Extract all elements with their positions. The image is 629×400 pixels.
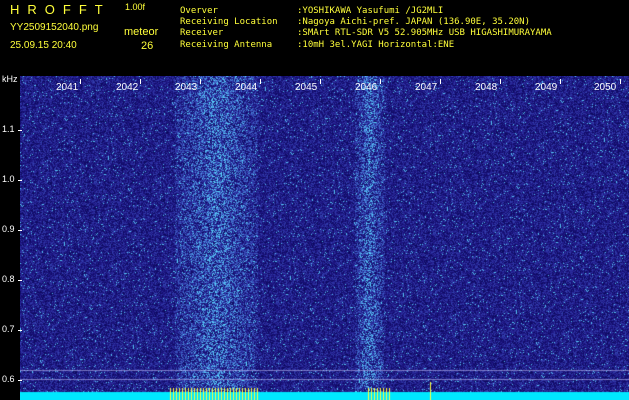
app-logo-text: HROFFT bbox=[10, 2, 111, 17]
y-tick-label: 0.8 bbox=[2, 274, 15, 284]
info-row-antenna: Receiving Antenna :10mH 3el.YAGI Horizon… bbox=[180, 40, 552, 51]
y-tick-mark bbox=[18, 230, 22, 231]
info-row-observer: Overver :YOSHIKAWA Yasufumi /JG2MLI bbox=[180, 6, 552, 17]
meteor-label: meteor bbox=[124, 26, 159, 38]
y-tick-mark bbox=[18, 380, 22, 381]
y-tick-mark bbox=[18, 180, 22, 181]
x-tick-label: 2044 bbox=[235, 82, 258, 93]
y-tick-label: 0.9 bbox=[2, 224, 15, 234]
header-panel: HROFFT 1.00f YY2509152040.png meteor 25.… bbox=[0, 0, 629, 74]
x-tick-mark bbox=[500, 79, 501, 84]
y-tick-mark bbox=[18, 330, 22, 331]
y-axis-unit: kHz bbox=[2, 74, 18, 84]
info-row-receiver: Receiver :SMArt RTL-SDR V5 52.905MHz USB… bbox=[180, 28, 552, 39]
x-tick-label: 2049 bbox=[535, 82, 558, 93]
info-key: Receiver bbox=[180, 28, 224, 39]
y-tick-mark bbox=[18, 130, 22, 131]
waterfall-spectrogram bbox=[20, 76, 629, 400]
y-tick-label: 1.0 bbox=[2, 174, 15, 184]
x-tick-mark bbox=[440, 79, 441, 84]
image-filename: YY2509152040.png bbox=[10, 22, 99, 33]
x-tick-label: 2042 bbox=[116, 82, 139, 93]
y-tick-label: 1.1 bbox=[2, 124, 15, 134]
meteor-count: 26 bbox=[141, 40, 154, 52]
x-tick-mark bbox=[320, 79, 321, 84]
x-tick-label: 2047 bbox=[415, 82, 438, 93]
app-version: 1.00f bbox=[125, 2, 146, 12]
x-tick-mark bbox=[80, 79, 81, 84]
info-value: :10mH 3el.YAGI Horizontal:ENE bbox=[297, 39, 455, 50]
info-row-location: Receiving Location :Nagoya Aichi-pref. J… bbox=[180, 17, 552, 28]
x-tick-mark bbox=[560, 79, 561, 84]
info-key: Overver bbox=[180, 6, 218, 16]
y-tick-label: 0.7 bbox=[2, 324, 15, 334]
x-tick-label: 2046 bbox=[355, 82, 378, 93]
x-tick-mark bbox=[260, 79, 261, 84]
x-tick-label: 2048 bbox=[475, 82, 498, 93]
station-info: Overver :YOSHIKAWA Yasufumi /JG2MLI Rece… bbox=[180, 6, 552, 51]
x-tick-mark bbox=[620, 79, 621, 84]
info-key: Receiving Antenna bbox=[180, 39, 273, 50]
x-tick-label: 2050 bbox=[594, 82, 617, 93]
y-tick-mark bbox=[18, 280, 22, 281]
x-tick-mark bbox=[140, 79, 141, 84]
x-tick-label: 2041 bbox=[56, 82, 79, 93]
x-tick-label: 2045 bbox=[295, 82, 318, 93]
info-key: Receiving Location bbox=[180, 17, 278, 28]
y-tick-label: 0.6 bbox=[2, 374, 15, 384]
info-value: :YOSHIKAWA Yasufumi /JG2MLI bbox=[297, 6, 444, 16]
info-value: :SMArt RTL-SDR V5 52.905MHz USB HIGASHIM… bbox=[297, 28, 552, 39]
x-tick-label: 2043 bbox=[175, 82, 198, 93]
info-value: :Nagoya Aichi-pref. JAPAN (136.90E, 35.2… bbox=[297, 17, 530, 28]
x-tick-mark bbox=[200, 79, 201, 84]
capture-datetime: 25.09.15 20:40 bbox=[10, 40, 77, 51]
x-tick-mark bbox=[380, 79, 381, 84]
